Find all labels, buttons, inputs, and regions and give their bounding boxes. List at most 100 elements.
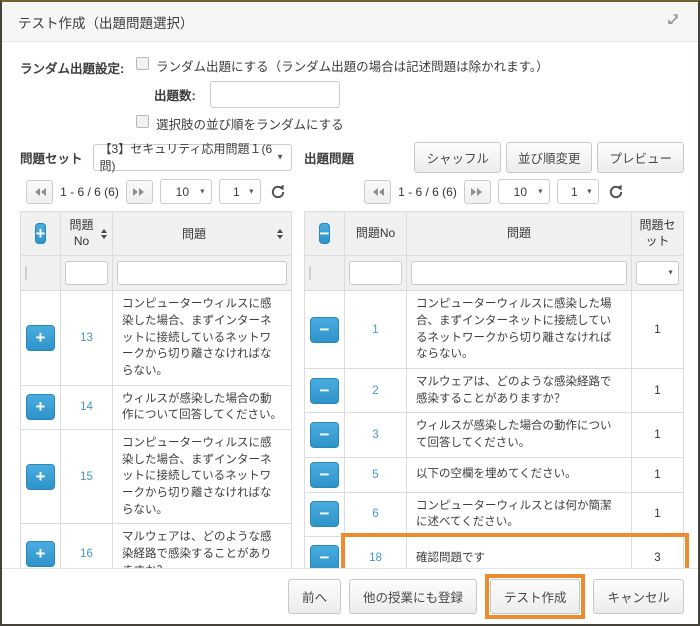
question-text: マルウェアは、どのような感染経路で感染することがありますか？ [113, 524, 292, 568]
right-page-size-select[interactable]: 10 ▼ [498, 179, 550, 204]
expand-icon[interactable] [666, 12, 682, 31]
left-page-size-select[interactable]: 10 ▼ [160, 179, 212, 204]
remove-question-button[interactable]: − [310, 317, 339, 343]
right-page-select[interactable]: 1 ▼ [557, 179, 599, 204]
left-page-size-value: 10 [176, 185, 189, 199]
question-set-value: 1 [632, 368, 684, 412]
question-set-dropdown-value: 【3】セキュリティ応用問題１(6問) [100, 140, 275, 174]
register-other-classes-button[interactable]: 他の授業にも登録 [349, 579, 477, 614]
caret-down-icon: ▼ [586, 188, 593, 195]
caret-down-icon: ▼ [199, 188, 206, 195]
remove-question-button[interactable]: − [310, 462, 339, 488]
question-count-label: 出題数: [154, 85, 196, 104]
question-set-value: 1 [632, 413, 684, 457]
question-set-value: 1 [632, 291, 684, 369]
right-filter-set-select[interactable]: ▼ [636, 261, 679, 285]
question-no-link[interactable]: 14 [80, 401, 93, 413]
add-all-button[interactable]: + [35, 223, 47, 244]
right-page-range: 1 - 6 / 6 (6) [398, 185, 457, 199]
table-row: −2マルウェアは、どのような感染経路で感染することがありますか？1 [305, 368, 684, 412]
question-text: ウィルスが感染した場合の動作について回答してください。 [113, 385, 292, 429]
col-header-question: 問題 [115, 225, 273, 242]
left-filter-no-input[interactable] [65, 261, 108, 285]
right-filter-question-input[interactable] [411, 261, 627, 285]
shuffle-choices-checkbox[interactable] [136, 115, 149, 128]
shuffle-button[interactable]: シャッフル [414, 142, 501, 173]
col-header-question-set: 問題セット [639, 218, 675, 248]
refresh-icon[interactable] [270, 184, 286, 200]
add-question-button[interactable]: + [26, 394, 55, 420]
table-row: +13 コンピューターウィルスに感染した場合、まずインターネットに接続しているネッ… [21, 291, 292, 385]
question-no-link[interactable]: 13 [80, 332, 93, 344]
remove-all-button[interactable]: − [319, 223, 331, 244]
question-count-row: 出題数: [154, 81, 684, 108]
left-page-select[interactable]: 1 ▼ [219, 179, 261, 204]
reorder-button[interactable]: 並び順変更 [506, 142, 593, 173]
selected-questions-title: 出題問題 [304, 148, 354, 167]
cancel-button[interactable]: キャンセル [593, 579, 684, 614]
left-table-wrap: + 問題No 問題 [20, 211, 292, 568]
remove-question-button[interactable]: − [310, 545, 339, 568]
previous-button[interactable]: 前へ [288, 579, 341, 614]
question-set-table: + 問題No 問題 [20, 211, 292, 568]
shuffle-choices-checkbox-label: 選択肢の並び順をランダムにする [156, 114, 344, 133]
left-page-range: 1 - 6 / 6 (6) [60, 185, 119, 199]
add-question-button[interactable]: + [26, 325, 55, 351]
left-last-page-button[interactable] [126, 180, 153, 204]
question-text: コンピューターウィルスに感染した場合、まずインターネットに接続しているネットワー… [113, 429, 292, 523]
question-no-link[interactable]: 16 [80, 548, 93, 560]
col-header-question: 問題 [507, 226, 531, 240]
question-count-input[interactable] [210, 81, 340, 108]
test-creation-modal: テスト作成（出題問題選択） ランダム出題設定: ランダム出題にする（ランダム出題… [0, 0, 700, 626]
question-set-dropdown[interactable]: 【3】セキュリティ応用問題１(6問) ▼ [93, 144, 292, 171]
table-row: +15 コンピューターウィルスに感染した場合、まずインターネットに接続しているネッ… [21, 429, 292, 523]
question-no-link[interactable]: 18 [369, 552, 382, 564]
refresh-icon[interactable] [608, 184, 624, 200]
question-set-value: 3 [632, 536, 684, 568]
left-filter-question-input[interactable] [117, 261, 287, 285]
add-question-button[interactable]: + [26, 464, 55, 490]
question-set-title: 問題セット [20, 148, 83, 167]
left-first-page-button[interactable] [26, 180, 53, 204]
random-settings-label: ランダム出題設定: [20, 56, 136, 77]
right-last-page-button[interactable] [464, 180, 491, 204]
table-row: −5以下の空欄を埋めてください。1 [305, 457, 684, 492]
table-row: − 18 確認問題です3 [305, 536, 684, 568]
sort-icon[interactable] [101, 229, 107, 239]
table-row: −3ウィルスが感染した場合の動作について回答してください。1 [305, 413, 684, 457]
col-header-question-no: 問題No [356, 226, 395, 240]
shuffle-choices-row: 選択肢の並び順をランダムにする [136, 114, 684, 133]
question-text: コンピューターウィルスに感染した場合、まずインターネットに接続しているネットワー… [113, 291, 292, 385]
question-text: 確認問題です [407, 536, 632, 568]
question-text: 以下の空欄を埋めてください。 [407, 457, 632, 492]
question-no-link[interactable]: 15 [80, 471, 93, 483]
right-first-page-button[interactable] [364, 180, 391, 204]
question-no-link[interactable]: 2 [372, 385, 378, 397]
question-no-link[interactable]: 1 [372, 324, 378, 336]
remove-question-button[interactable]: − [310, 501, 339, 527]
right-table-wrap: − 問題No 問題 問題セット ▼ [304, 211, 684, 568]
question-text: コンピューターウィルスに感染した場合、まずインターネットに接続しているネットワー… [407, 291, 632, 369]
question-set-value: 1 [632, 492, 684, 536]
sort-icon[interactable] [277, 229, 283, 239]
question-set-panel: 問題セット 【3】セキュリティ応用問題１(6問) ▼ 1 - 6 / 6 (6)… [20, 143, 292, 568]
create-test-button[interactable]: テスト作成 [490, 579, 581, 614]
right-pagination: 1 - 6 / 6 (6) 10 ▼ 1 ▼ [304, 179, 684, 204]
table-row: −6コンピューターウィルスとは何か簡潔に述べてください。1 [305, 492, 684, 536]
right-filter-no-input[interactable] [349, 261, 402, 285]
remove-question-button[interactable]: − [310, 378, 339, 404]
random-output-checkbox[interactable] [136, 57, 149, 70]
modal-header: テスト作成（出題問題選択） [2, 2, 698, 42]
right-page-size-value: 10 [514, 185, 527, 199]
selected-questions-panel: 出題問題 シャッフル 並び順変更 プレビュー 1 - 6 / 6 (6) 10 … [304, 143, 684, 568]
preview-button[interactable]: プレビュー [597, 142, 684, 173]
question-no-link[interactable]: 5 [372, 469, 378, 481]
add-question-button[interactable]: + [26, 541, 55, 567]
question-no-link[interactable]: 6 [372, 508, 378, 520]
remove-question-button[interactable]: − [310, 422, 339, 448]
table-row: −1コンピューターウィルスに感染した場合、まずインターネットに接続しているネット… [305, 291, 684, 369]
right-page-value: 1 [571, 185, 578, 199]
question-no-link[interactable]: 3 [372, 429, 378, 441]
modal-body: ランダム出題設定: ランダム出題にする（ランダム出題の場合は記述問題は除かれます… [2, 42, 698, 568]
modal-title: テスト作成（出題問題選択） [18, 12, 666, 32]
